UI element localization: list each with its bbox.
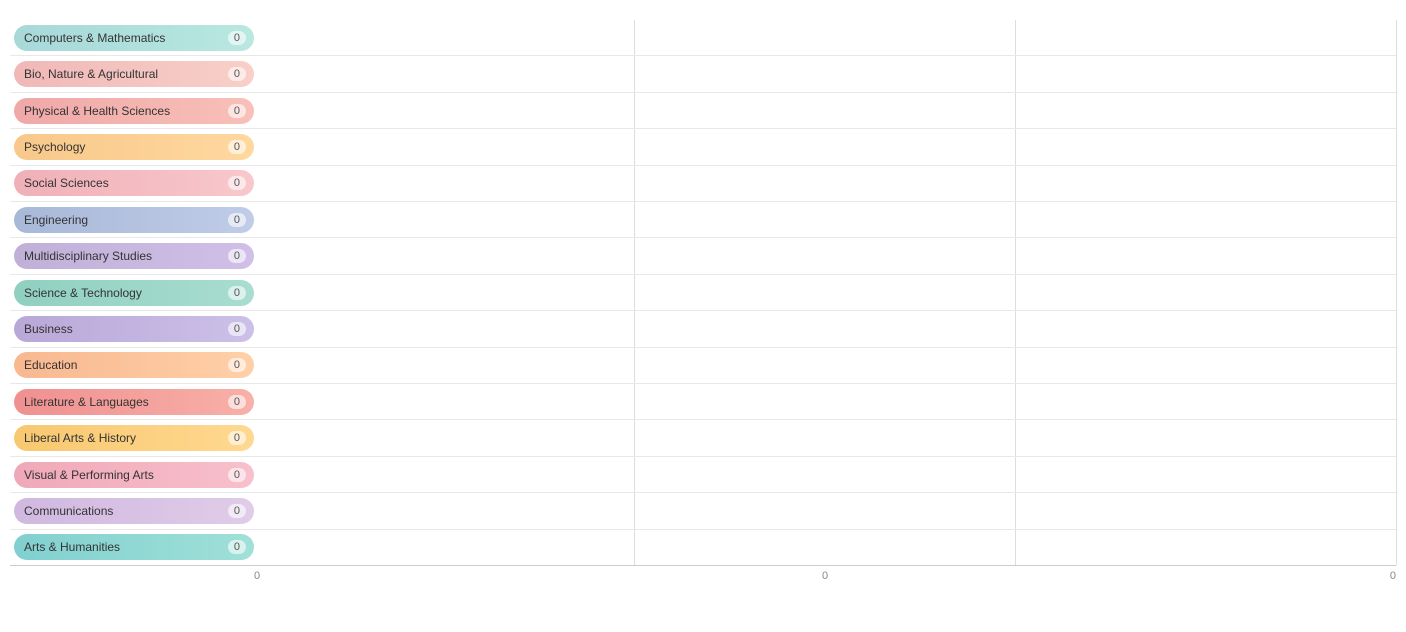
bar-value-badge-psychology: 0	[228, 140, 246, 154]
bar-label-text-business: Business	[24, 322, 222, 336]
x-axis-labels: 0 0 0	[10, 566, 1396, 586]
bar-label-bio-nature: Bio, Nature & Agricultural 0	[14, 61, 254, 87]
bar-row-liberal-arts: Liberal Arts & History 0	[10, 420, 1396, 456]
bar-label-text-education: Education	[24, 358, 222, 372]
bar-label-text-arts-humanities: Arts & Humanities	[24, 540, 222, 554]
bar-label-text-bio-nature: Bio, Nature & Agricultural	[24, 67, 222, 81]
x-axis-label-2: 0	[1390, 570, 1396, 586]
bar-value-badge-social-sciences: 0	[228, 176, 246, 190]
bar-label-text-visual-performing: Visual & Performing Arts	[24, 468, 222, 482]
bar-label-education: Education 0	[14, 352, 254, 378]
bar-row-multidisciplinary: Multidisciplinary Studies 0	[10, 238, 1396, 274]
bar-label-text-physical-health: Physical & Health Sciences	[24, 104, 222, 118]
bar-value-badge-computers-math: 0	[228, 31, 246, 45]
bar-value-badge-bio-nature: 0	[228, 67, 246, 81]
bar-value-badge-visual-performing: 0	[228, 468, 246, 482]
chart-area: Computers & Mathematics0Bio, Nature & Ag…	[10, 20, 1396, 566]
bar-label-text-social-sciences: Social Sciences	[24, 176, 222, 190]
bars-section: Computers & Mathematics0Bio, Nature & Ag…	[10, 20, 1396, 566]
bar-row-communications: Communications 0	[10, 493, 1396, 529]
bar-value-badge-science-tech: 0	[228, 286, 246, 300]
bar-row-business: Business 0	[10, 311, 1396, 347]
bar-value-badge-multidisciplinary: 0	[228, 249, 246, 263]
bar-label-text-science-tech: Science & Technology	[24, 286, 222, 300]
bar-row-science-tech: Science & Technology 0	[10, 275, 1396, 311]
bar-label-arts-humanities: Arts & Humanities 0	[14, 534, 254, 560]
bar-label-science-tech: Science & Technology 0	[14, 280, 254, 306]
bar-value-badge-business: 0	[228, 322, 246, 336]
bar-row-literature-languages: Literature & Languages 0	[10, 384, 1396, 420]
bar-value-badge-education: 0	[228, 358, 246, 372]
bar-label-liberal-arts: Liberal Arts & History 0	[14, 425, 254, 451]
bar-label-text-psychology: Psychology	[24, 140, 222, 154]
bar-value-badge-physical-health: 0	[228, 104, 246, 118]
bar-row-education: Education 0	[10, 348, 1396, 384]
bar-value-badge-literature-languages: 0	[228, 395, 246, 409]
chart-container: Computers & Mathematics0Bio, Nature & Ag…	[0, 0, 1406, 632]
bar-row-physical-health: Physical & Health Sciences 0	[10, 93, 1396, 129]
bar-row-bio-nature: Bio, Nature & Agricultural 0	[10, 56, 1396, 92]
x-axis-label-0: 0	[254, 570, 260, 586]
bar-label-psychology: Psychology 0	[14, 134, 254, 160]
bar-label-computers-math: Computers & Mathematics 0	[14, 25, 254, 51]
bar-label-literature-languages: Literature & Languages 0	[14, 389, 254, 415]
bar-row-psychology: Psychology 0	[10, 129, 1396, 165]
bar-value-badge-communications: 0	[228, 504, 246, 518]
bar-row-engineering: Engineering 0	[10, 202, 1396, 238]
bar-label-social-sciences: Social Sciences 0	[14, 170, 254, 196]
bar-row-computers-math: Computers & Mathematics 0	[10, 20, 1396, 56]
bar-value-badge-arts-humanities: 0	[228, 540, 246, 554]
bar-label-visual-performing: Visual & Performing Arts 0	[14, 462, 254, 488]
bar-label-physical-health: Physical & Health Sciences 0	[14, 98, 254, 124]
bar-value-badge-liberal-arts: 0	[228, 431, 246, 445]
chart-title	[10, 10, 1396, 20]
bar-label-multidisciplinary: Multidisciplinary Studies 0	[14, 243, 254, 269]
bar-label-text-liberal-arts: Liberal Arts & History	[24, 431, 222, 445]
bar-row-social-sciences: Social Sciences 0	[10, 166, 1396, 202]
bar-label-text-engineering: Engineering	[24, 213, 222, 227]
bar-label-communications: Communications 0	[14, 498, 254, 524]
x-axis-label-1: 0	[822, 570, 828, 586]
bar-label-engineering: Engineering 0	[14, 207, 254, 233]
bar-row-visual-performing: Visual & Performing Arts 0	[10, 457, 1396, 493]
bar-value-badge-engineering: 0	[228, 213, 246, 227]
bar-label-text-communications: Communications	[24, 504, 222, 518]
bar-label-text-literature-languages: Literature & Languages	[24, 395, 222, 409]
bar-row-arts-humanities: Arts & Humanities 0	[10, 530, 1396, 565]
bar-label-text-computers-math: Computers & Mathematics	[24, 31, 222, 45]
bar-label-business: Business 0	[14, 316, 254, 342]
bar-label-text-multidisciplinary: Multidisciplinary Studies	[24, 249, 222, 263]
